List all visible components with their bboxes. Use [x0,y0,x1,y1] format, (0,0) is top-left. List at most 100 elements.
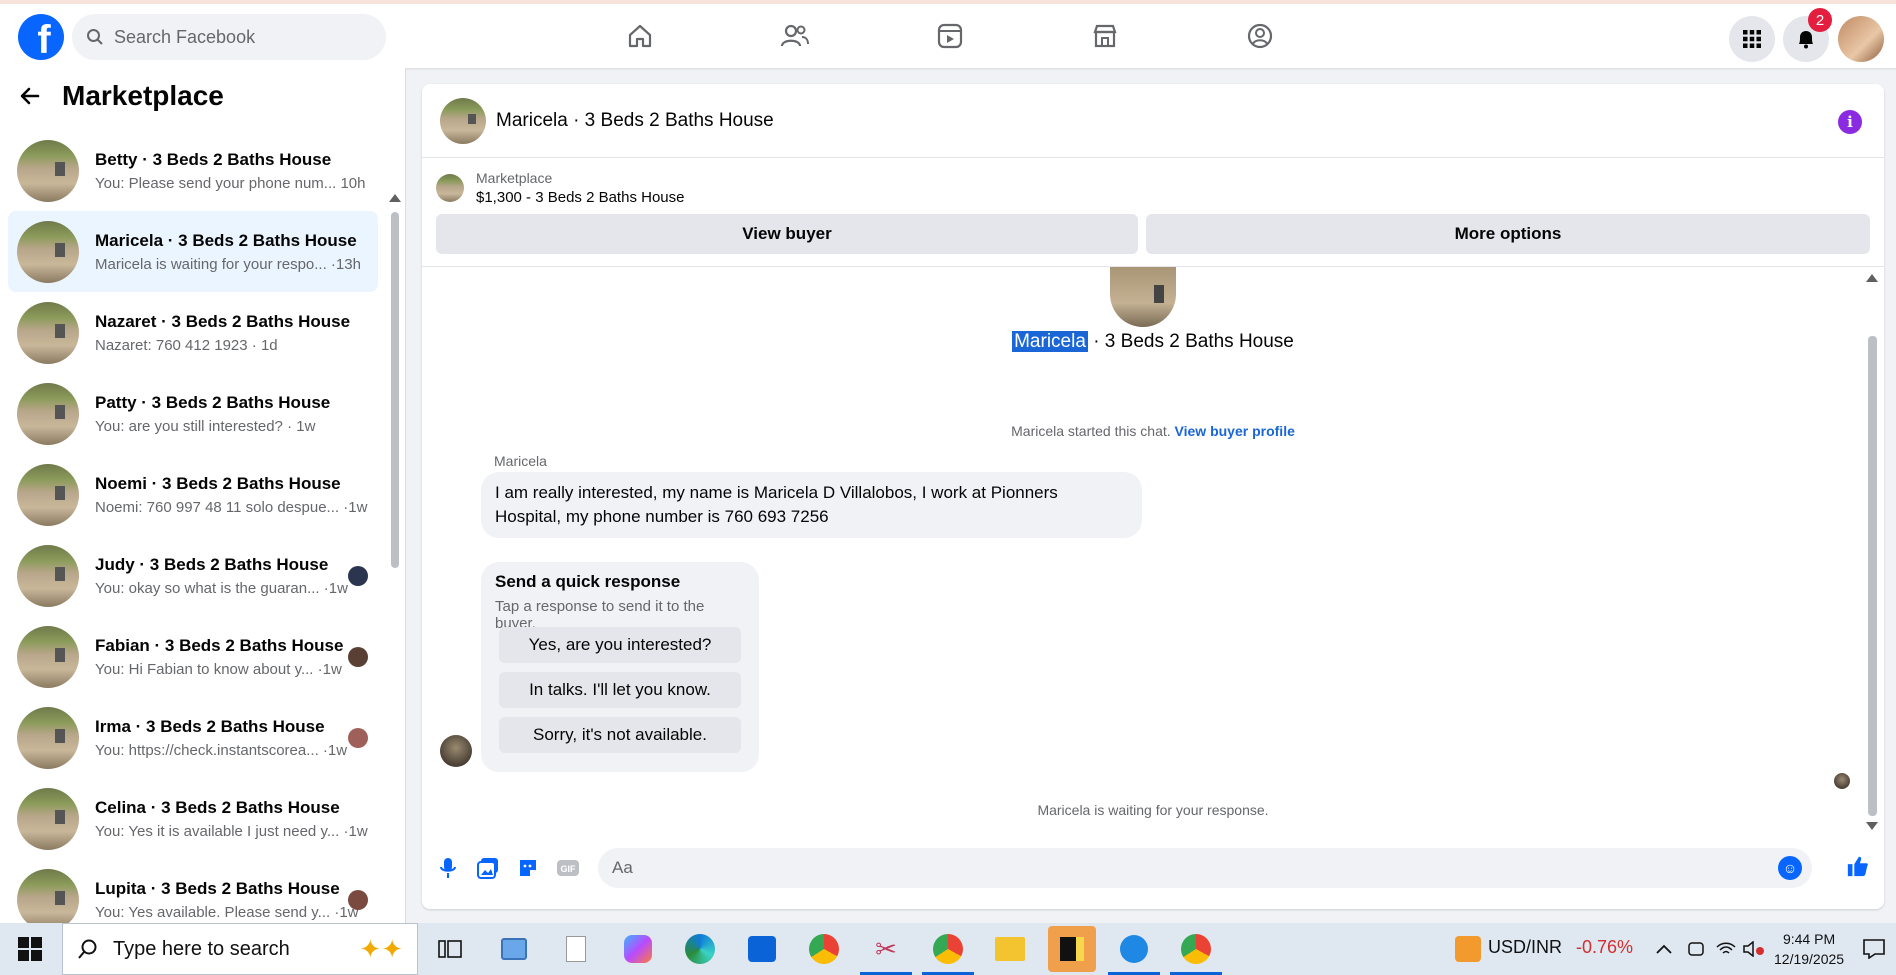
friends-icon[interactable] [779,20,811,52]
view-buyer-profile-link[interactable]: View buyer profile [1175,423,1295,439]
snipping-tool-icon[interactable]: ✂ [868,931,904,967]
taskbar-search[interactable]: Type here to search ✦✦ [62,923,418,975]
seen-avatar [348,566,368,586]
edge-app-icon[interactable] [1116,931,1152,967]
chat-item[interactable]: Maricela · 3 Beds 2 Baths House Maricela … [8,211,378,292]
clock-time: 9:44 PM [1782,931,1836,947]
chrome-alt-icon[interactable] [1178,931,1214,967]
chrome-icon[interactable] [806,931,842,967]
facebook-logo-icon[interactable]: f [18,14,64,60]
message-input-placeholder: Aa [612,858,633,877]
menu-grid-button[interactable] [1729,16,1775,62]
chat-name: Lupita · 3 Beds 2 Baths House [95,878,340,898]
chat-title[interactable]: Maricela · 3 Beds 2 Baths House [496,110,774,132]
message-input[interactable]: Aa ☺ [598,848,1812,888]
emoji-icon[interactable]: ☺ [1778,856,1802,880]
file-app-icon[interactable] [558,931,594,967]
message-bubble[interactable]: I am really interested, my name is Maric… [481,472,1142,538]
thread-title-suffix: · 3 Beds 2 Baths House [1087,331,1294,352]
chat-item[interactable]: Fabian · 3 Beds 2 Baths House You: Hi Fab… [8,616,378,697]
chat-name: Maricela · 3 Beds 2 Baths House [95,230,357,250]
listing-thumbnail [436,174,464,202]
marketplace-icon[interactable] [1089,20,1121,52]
quick-response-button[interactable]: Sorry, it's not available. [499,717,741,753]
chat-name: Irma · 3 Beds 2 Baths House [95,716,325,736]
chat-item[interactable]: Betty · 3 Beds 2 Baths House You: Please … [8,130,378,211]
seen-avatar [348,647,368,667]
more-options-button[interactable]: More options [1146,214,1870,254]
quick-response-card: Send a quick response Tap a response to … [481,562,759,772]
view-buyer-button[interactable]: View buyer [436,214,1138,254]
chevron-up-icon[interactable] [1646,931,1682,967]
sticker-icon[interactable] [516,856,540,880]
chat-item[interactable]: Judy · 3 Beds 2 Baths House You: okay so … [8,535,378,616]
chat-item[interactable]: Irma · 3 Beds 2 Baths House You: https://… [8,697,378,778]
chat-preview: You: are you still interested? · 1w [95,417,316,435]
microphone-icon[interactable] [436,856,460,880]
scroll-up-arrow-icon[interactable] [389,194,401,202]
sticky-notes-icon[interactable] [1048,926,1096,972]
listing-title: $1,300 - 3 Beds 2 Baths House [476,189,685,206]
thread-scrollbar[interactable] [1868,336,1877,816]
ticker-label: USD/INR [1488,937,1563,957]
thread-title: Maricela · 3 Beds 2 Baths House [422,331,1884,353]
quick-response-button[interactable]: In talks. I'll let you know. [499,672,741,708]
windows-start-icon[interactable] [18,937,42,966]
task-view-icon[interactable] [432,931,468,967]
home-icon[interactable] [624,20,656,52]
chat-item[interactable]: Patty · 3 Beds 2 Baths House You: are you… [8,373,378,454]
listing-summary[interactable]: Marketplace $1,300 - 3 Beds 2 Baths Hous… [436,170,684,206]
chat-preview: Nazaret: 760 412 1923 · 1d [95,336,278,354]
listing-thumbnail [17,139,79,202]
chat-panel: Maricela · 3 Beds 2 Baths House i Market… [422,84,1884,909]
chat-preview: Noemi: 760 997 48 11 solo despue... ·1w [95,498,368,516]
volume-muted-icon[interactable] [1736,931,1772,967]
thread-avatar [1110,267,1176,327]
chat-item[interactable]: Noemi · 3 Beds 2 Baths House Noemi: 760 9… [8,454,378,535]
chat-name: Judy · 3 Beds 2 Baths House [95,554,329,574]
scroll-down-arrow-icon[interactable] [1866,822,1878,830]
listing-thumbnail [17,463,79,526]
chat-name: Noemi · 3 Beds 2 Baths House [95,473,341,493]
listing-thumbnail [17,544,79,607]
chat-name: Celina · 3 Beds 2 Baths House [95,797,340,817]
currency-ticker[interactable]: USD/INR -0.76% [1488,937,1633,958]
listing-thumbnail [17,625,79,688]
photos-app-icon[interactable] [496,931,532,967]
chat-preview: Maricela is waiting for your respo... ·1… [95,255,361,273]
gif-icon[interactable]: GIF [556,856,580,880]
sender-avatar [440,735,472,767]
gaming-icon[interactable] [1244,20,1276,52]
like-thumbs-up-icon[interactable] [1846,854,1870,878]
photo-icon[interactable] [476,856,500,880]
read-receipt-avatar [1834,773,1850,789]
chat-header-thumbnail[interactable] [440,97,486,144]
chat-preview: You: Yes available. Please send y... ·1w [95,903,359,921]
video-icon[interactable] [934,20,966,52]
back-arrow-icon[interactable] [18,84,42,108]
sidebar-scrollbar[interactable] [391,212,399,568]
file-explorer-icon[interactable] [992,931,1028,967]
edge-browser-icon[interactable] [682,931,718,967]
copilot-icon[interactable] [620,931,656,967]
profile-avatar[interactable] [1838,16,1884,62]
notification-center-icon[interactable] [1856,931,1892,967]
sender-label: Maricela [494,453,547,469]
system-clock[interactable]: 9:44 PM 12/19/2025 [1774,929,1844,969]
chat-preview: You: Hi Fabian to know about y... ·1w [95,660,342,678]
scroll-up-arrow-icon[interactable] [1866,274,1878,282]
seen-avatar [348,728,368,748]
taskbar-search-placeholder: Type here to search [113,937,290,960]
info-icon[interactable]: i [1838,110,1862,134]
chat-preview: You: okay so what is the guaran... ·1w [95,579,348,597]
chat-item[interactable]: Nazaret · 3 Beds 2 Baths House Nazaret: 7… [8,292,378,373]
chat-item[interactable]: Celina · 3 Beds 2 Baths House You: Yes it… [8,778,378,859]
chrome-profile-icon[interactable] [930,931,966,967]
message-composer: GIF Aa ☺ [422,836,1884,900]
outlook-icon[interactable] [744,931,780,967]
quick-response-button[interactable]: Yes, are you interested? [499,627,741,663]
chat-name: Nazaret · 3 Beds 2 Baths House [95,311,351,331]
currency-widget-icon[interactable] [1450,931,1486,967]
search-facebook-field[interactable]: Search Facebook [72,14,386,60]
ticker-value: -0.76% [1576,937,1634,957]
